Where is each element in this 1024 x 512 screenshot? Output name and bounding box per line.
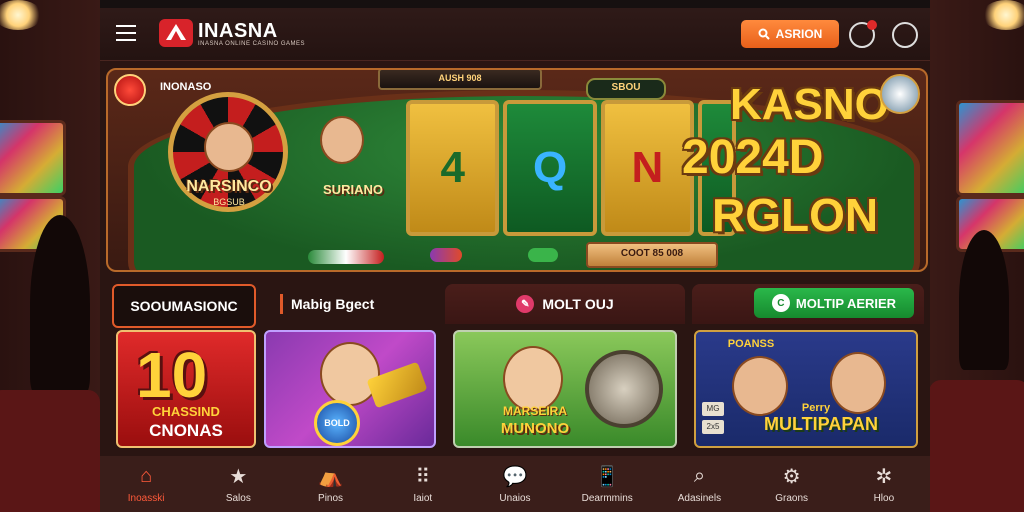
casino-backdrop-right	[929, 0, 1024, 512]
slot-reel: 4	[406, 100, 500, 236]
casino-backdrop-left	[0, 0, 105, 512]
character-title: SURIANO	[323, 182, 383, 197]
wheel-title: NARSINCO	[186, 178, 272, 195]
nav-item[interactable]: ⠿ Iaiot	[377, 456, 469, 512]
card-line: MUNONO	[500, 420, 570, 437]
app-header: INASNA INASNA ONLINE CASINO GAMES ASRION	[100, 8, 930, 61]
pin-icon: ✎	[516, 295, 535, 313]
game-card[interactable]: MARSEIRA MUNONO	[453, 330, 677, 448]
search-button-label: ASRION	[775, 27, 823, 41]
search-icon: ⌕	[693, 465, 706, 487]
nav-item-label: Inoasski	[127, 492, 165, 504]
card-number: 10	[136, 339, 208, 411]
card-line: MULTIPAPAN	[764, 414, 878, 434]
nav-item-label: Salos	[225, 492, 251, 504]
character-image	[320, 342, 380, 406]
hero-title-line: KASNO	[730, 80, 889, 129]
app-window: INASNA INASNA ONLINE CASINO GAMES ASRION…	[100, 0, 930, 512]
chip-stack	[430, 248, 462, 262]
character-image	[732, 356, 788, 416]
nav-item-label: Iaiot	[413, 492, 433, 504]
tab-active[interactable]: SOOUMASIONC	[112, 284, 256, 328]
tab-mid[interactable]: ✎ MOLT OUJ	[445, 284, 685, 324]
brand-tagline: INASNA ONLINE CASINO GAMES	[198, 41, 306, 47]
nav-item-label: Unaios	[499, 492, 531, 504]
search-icon	[758, 28, 770, 40]
tab-plain-label: Mabig Bgect	[291, 296, 375, 312]
nav-item[interactable]: ⌂ Inoasski	[100, 456, 192, 512]
wheel-subtitle: BGSUB	[213, 197, 245, 207]
nav-item-label: Hloo	[873, 492, 895, 504]
power-icon[interactable]	[892, 22, 918, 48]
home-icon: ⌂	[140, 465, 153, 487]
bottom-navigation: ⌂ Inoasski ★ Salos ⛺ Pinos ⠿ Iaiot 💬 Unaios 📱 Dearm…	[100, 456, 930, 512]
nav-item[interactable]: 📱 Dearmmins	[561, 456, 653, 512]
slot-machine-image	[0, 120, 66, 196]
menu-icon[interactable]	[116, 25, 136, 41]
nav-item-label: Adasinels	[677, 492, 722, 504]
slot-reel: Q	[503, 100, 597, 236]
coin-icon: C	[771, 294, 790, 312]
profile-avatar[interactable]	[880, 74, 920, 114]
card-title: POANSS	[727, 338, 775, 350]
tab-plain[interactable]: Mabig Bgect	[270, 284, 450, 324]
tent-icon: ⛺	[318, 466, 343, 488]
nav-item[interactable]: ★ Salos	[192, 456, 284, 512]
character-image	[320, 116, 364, 164]
patron-silhouette	[959, 230, 1009, 370]
search-button[interactable]: ASRION	[741, 20, 839, 48]
card-badge: BOLD	[314, 400, 360, 446]
slot-plaque: SBOU	[586, 78, 666, 100]
multiplayer-tab-label: MOLTIP AERIER	[795, 295, 897, 311]
nav-item-label: Pinos	[318, 492, 344, 504]
game-card[interactable]: 10 CHASSIND CNONAS	[116, 330, 256, 448]
nav-item[interactable]: 💬 Unaios	[469, 456, 561, 512]
hero-title-line: RGLON	[712, 189, 879, 241]
patron-silhouette	[30, 215, 90, 395]
slot-reel: N	[600, 100, 695, 236]
grid-icon: ⠿	[415, 466, 431, 488]
chip-stack	[528, 248, 558, 262]
game-card[interactable]: POANSS MG 2x5 Perry MULTIPAPAN	[694, 330, 918, 448]
hero-title-line: 2024D	[682, 131, 824, 184]
card-tag: MG	[702, 402, 724, 416]
chat-icon: 💬	[502, 466, 528, 488]
notification-icon[interactable]	[849, 20, 877, 48]
brand-logo-icon	[159, 19, 193, 47]
card-line: Perry	[801, 402, 831, 414]
multiplayer-tab[interactable]: C MOLTIP AERIER	[754, 288, 914, 318]
chip-stack	[308, 250, 384, 264]
star-icon: ★	[229, 466, 248, 488]
hero-banner[interactable]: INONASO AUSH 908 NARSINCO BGSUB SURIANO …	[106, 68, 928, 272]
card-tag: 2x5	[702, 420, 724, 434]
card-line: CNONAS	[149, 421, 223, 440]
nav-item-label: Graons	[775, 492, 809, 504]
nav-item[interactable]: ⌕ Adasinels	[653, 456, 745, 512]
hero-brand-tag: INONASO	[160, 81, 212, 93]
tab-mid-label: MOLT OUJ	[542, 296, 614, 312]
hero-bottom-panel: COOT 85 008	[586, 242, 718, 268]
settings-icon: ✲	[875, 466, 893, 488]
nav-item[interactable]: ⚙ Graons	[746, 456, 838, 512]
brand-name: INASNA	[198, 20, 278, 42]
character-image	[204, 122, 254, 172]
nav-item[interactable]: ⛺ Pinos	[284, 456, 376, 512]
character-image	[503, 346, 563, 412]
card-line: CHASSIND	[152, 404, 220, 419]
status-bar	[100, 0, 930, 8]
game-card[interactable]: BOLD	[264, 330, 436, 448]
phone-icon: 📱	[594, 466, 620, 488]
hero-badge-icon	[114, 74, 146, 106]
gear-icon: ⚙	[782, 466, 801, 488]
card-line: MARSEIRA	[502, 404, 567, 418]
nav-item-label: Dearmmins	[581, 492, 633, 504]
hero-top-plaque: AUSH 908	[378, 70, 542, 90]
nav-item[interactable]: ✲ Hloo	[838, 456, 930, 512]
